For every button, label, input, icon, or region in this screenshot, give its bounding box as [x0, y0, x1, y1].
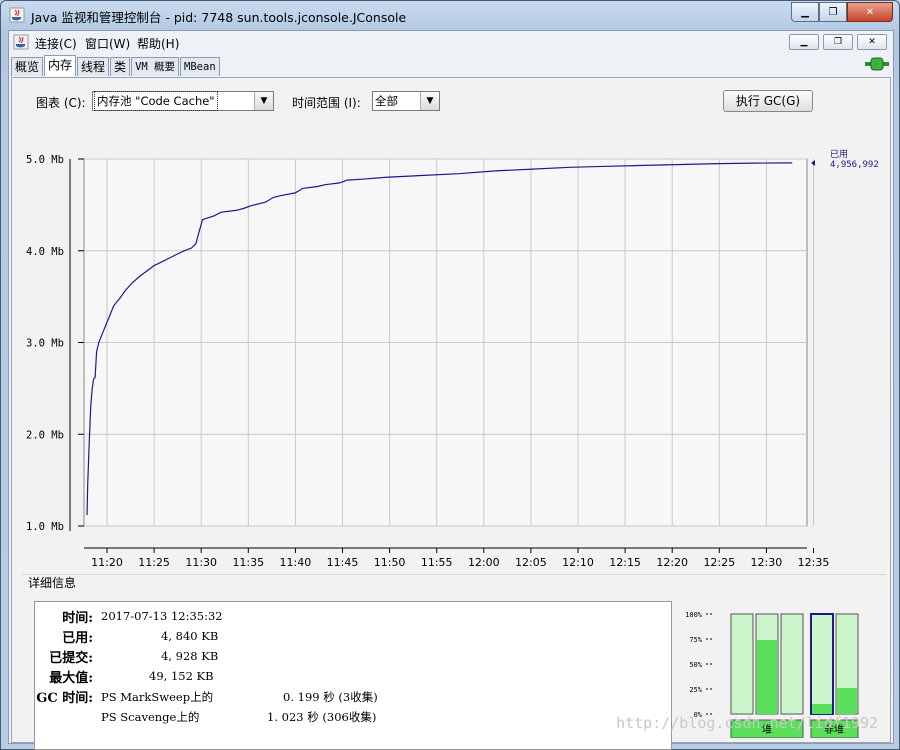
max-label: 最大值:: [49, 671, 93, 686]
chart-selector-label: 图表 (C):: [36, 96, 86, 110]
x-tick-label: 11:50: [374, 556, 406, 568]
x-tick-label: 12:00: [468, 556, 500, 568]
time-range-label: 时间范围 (I):: [292, 96, 361, 110]
x-tick-label: 11:30: [185, 556, 217, 568]
chevron-down-icon: ▼: [420, 92, 439, 110]
gc-row-marksweep-name: PS MarkSweep上的: [101, 690, 214, 704]
tab-mbean[interactable]: MBean: [180, 57, 220, 76]
tab-overview[interactable]: 概览: [11, 57, 44, 76]
perform-gc-button[interactable]: 执行 GC(G): [723, 90, 813, 112]
memory-chart: 5.0 Mb 4.0 Mb 3.0 Mb 2.0 Mb 1.0 Mb 11:20 11:25…: [26, 149, 879, 568]
x-tick-label: 12:15: [609, 556, 641, 568]
chart-selector-value: 内存池 "Code Cache": [94, 91, 218, 111]
time-value: 2017-07-13 12:35:32: [101, 609, 223, 623]
heap-bar-0: [730, 613, 754, 715]
client-area: 连接(C) 窗口(W) 帮助(H) ▁ ❐ ✕ 概览 内存 线程 类 VM 概要…: [8, 30, 894, 750]
window-frame: Java 监视和管理控制台 - pid: 7748 sun.tools.jcon…: [0, 0, 900, 750]
y-tick-label: 3.0 Mb: [26, 338, 64, 350]
minimize-icon: ▁: [801, 6, 809, 18]
details-title: 详细信息: [28, 576, 77, 590]
menu-bar: 连接(C) 窗口(W) 帮助(H) ▁ ❐ ✕: [9, 31, 893, 53]
tab-memory[interactable]: 内存: [44, 55, 77, 76]
x-tick-label: 11:40: [280, 556, 312, 568]
gc-row-scavenge-name: PS Scavenge上的: [101, 710, 200, 724]
inner-minimize-button[interactable]: ▁: [789, 34, 819, 50]
nonheap-bar-0-fill: [812, 704, 832, 714]
java-app-icon: [9, 7, 25, 23]
committed-label: 已提交:: [49, 651, 93, 666]
committed-value: 4, 928 KB: [161, 649, 219, 663]
close-icon: ✕: [865, 6, 875, 18]
legend-used-label: 已用: [830, 149, 848, 160]
gc-row-scavenge-value: 1. 023 秒 (306收集): [267, 710, 377, 724]
memory-panel: 图表 (C): 内存池 "Code Cache" ▼ 时间范围 (I): 全部 …: [11, 77, 891, 750]
chart-selector[interactable]: 内存池 "Code Cache" ▼: [92, 91, 274, 111]
chevron-down-icon: ▼: [254, 92, 273, 110]
heap-bar-2: [780, 613, 804, 715]
x-tick-label: 11:45: [327, 556, 359, 568]
bar-tick-label: 50%: [689, 661, 702, 669]
y-tick-label: 1.0 Mb: [26, 521, 64, 533]
inner-restore-button[interactable]: ❐: [823, 34, 853, 50]
bar-tick-label: 25%: [689, 686, 702, 694]
close-button[interactable]: ✕: [847, 2, 893, 22]
maximize-button[interactable]: ❐: [819, 2, 847, 22]
minimize-icon: ▁: [800, 37, 808, 47]
minimize-button[interactable]: ▁: [791, 2, 819, 22]
tab-vm-summary[interactable]: VM 概要: [131, 57, 180, 76]
nonheap-bar-1-fill: [837, 688, 857, 714]
max-value: 49, 152 KB: [149, 669, 214, 683]
details-info-box: 时间: 2017-07-13 12:35:32 已用: 4, 840 KB 已提…: [34, 601, 672, 750]
bar-tick-label: 75%: [689, 636, 702, 644]
window-title: Java 监视和管理控制台 - pid: 7748 sun.tools.jcon…: [31, 10, 407, 25]
gc-row-marksweep-value: 0. 199 秒 (3收集): [283, 690, 378, 704]
x-tick-label: 12:35: [798, 556, 830, 568]
time-range-value: 全部: [375, 94, 398, 108]
tab-strip: 概览 内存 线程 类 VM 概要 MBean: [11, 55, 221, 77]
x-tick-label: 12:10: [562, 556, 594, 568]
x-tick-label: 12:05: [515, 556, 547, 568]
close-icon: ✕: [868, 37, 876, 47]
x-tick-label: 12:25: [703, 556, 735, 568]
legend-used-value: 4,956,992: [830, 160, 879, 170]
used-value: 4, 840 KB: [161, 629, 219, 643]
time-label: 时间:: [62, 611, 93, 626]
y-tick-label: 2.0 Mb: [26, 429, 64, 441]
bar-tick-label: 100%: [685, 611, 703, 619]
x-tick-label: 11:55: [421, 556, 453, 568]
heap-bar-1-fill: [757, 640, 777, 714]
menu-connection[interactable]: 连接(C): [35, 35, 77, 52]
x-tick-label: 12:20: [656, 556, 688, 568]
y-tick-label: 4.0 Mb: [26, 246, 64, 258]
inner-close-button[interactable]: ✕: [857, 34, 887, 50]
watermark: http://blog.csdn.net/lidf1992: [616, 714, 878, 732]
menu-help[interactable]: 帮助(H): [137, 35, 179, 52]
title-bar[interactable]: Java 监视和管理控制台 - pid: 7748 sun.tools.jcon…: [1, 1, 899, 29]
x-tick-label: 12:30: [751, 556, 783, 568]
java-menu-icon[interactable]: [13, 34, 29, 50]
x-tick-label: 11:20: [91, 556, 123, 568]
x-tick-label: 11:25: [138, 556, 170, 568]
restore-icon: ❐: [828, 6, 838, 18]
menu-window[interactable]: 窗口(W): [85, 35, 130, 52]
tab-threads[interactable]: 线程: [77, 57, 110, 76]
x-tick-label: 11:35: [232, 556, 264, 568]
y-tick-label: 5.0 Mb: [26, 154, 64, 166]
restore-icon: ❐: [833, 37, 843, 47]
time-range-selector[interactable]: 全部 ▼: [372, 91, 440, 111]
used-label: 已用:: [62, 631, 93, 646]
gc-time-label: GC 时间:: [36, 691, 93, 706]
tab-classes[interactable]: 类: [110, 57, 131, 76]
connection-status-icon: [865, 57, 889, 71]
nonheap-bar-0: [810, 613, 834, 715]
